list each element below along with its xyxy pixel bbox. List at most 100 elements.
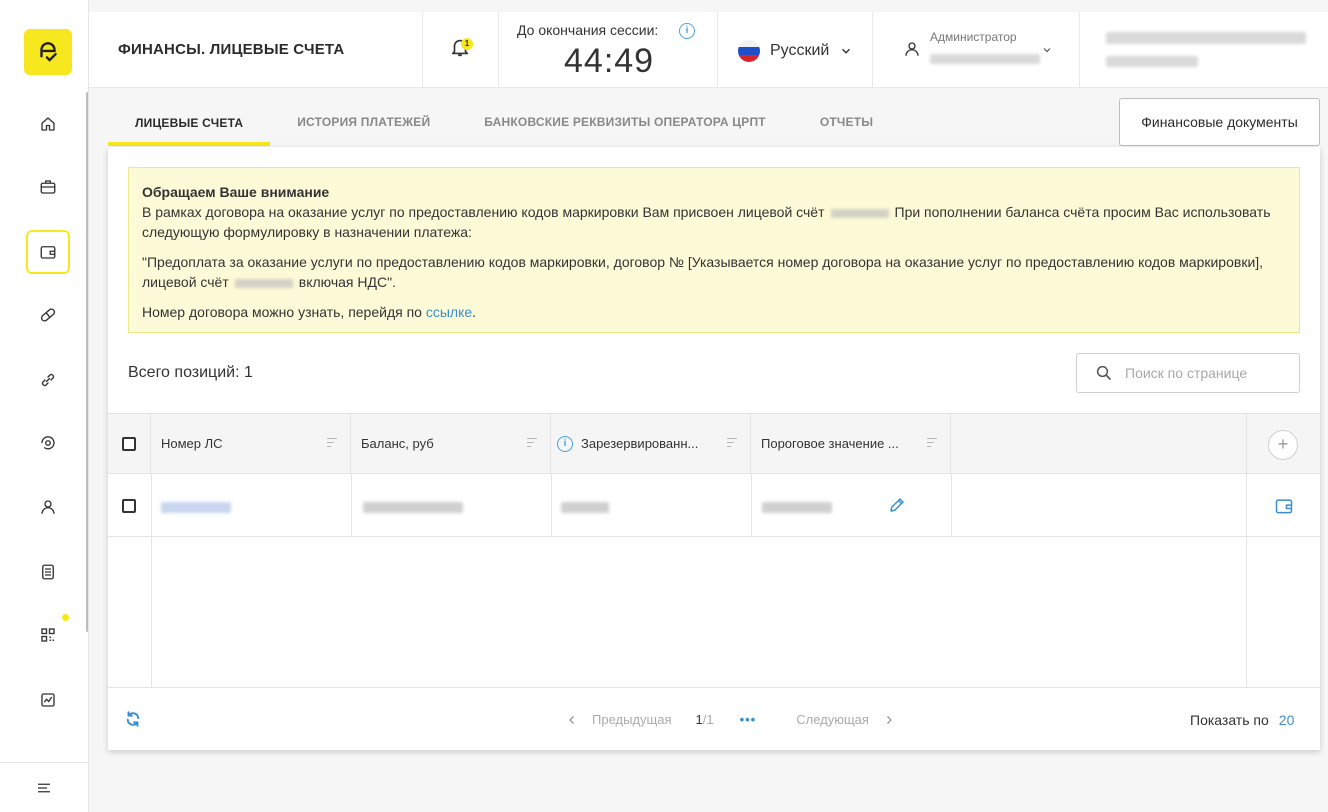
wallet-icon[interactable]: [26, 230, 70, 274]
table-row[interactable]: [108, 474, 1320, 537]
contract-link[interactable]: ссылке: [426, 304, 472, 320]
next-page-button[interactable]: Следующая: [796, 712, 895, 727]
column-divider: [151, 537, 152, 688]
header-checkbox-col: [108, 414, 151, 473]
user-icon[interactable]: [26, 485, 70, 529]
account-number-redacted: [234, 278, 293, 288]
table-header: Номер ЛС Баланс, руб i Зарезервированн..…: [108, 414, 1320, 474]
financial-documents-button[interactable]: Финансовые документы: [1119, 98, 1320, 146]
add-column-button[interactable]: +: [1268, 430, 1298, 460]
language-label: Русский: [770, 42, 830, 59]
search-input[interactable]: [1125, 365, 1285, 381]
top-header: ФИНАНСЫ. ЛИЦЕВЫЕ СЧЕТА 1 До окончания се…: [89, 12, 1328, 88]
column-divider: [1246, 414, 1247, 473]
page-size-value[interactable]: 20: [1279, 712, 1295, 728]
sidebar-scrollbar[interactable]: [86, 92, 88, 632]
russia-flag-icon: [738, 40, 760, 62]
briefcase-icon[interactable]: [26, 165, 70, 209]
sort-icon[interactable]: [727, 438, 737, 447]
column-divider: [1246, 474, 1247, 688]
notice-line: В рамках договора на оказание услуг по п…: [142, 204, 825, 220]
page-size-selector[interactable]: Показать по 20: [1190, 712, 1294, 728]
link-icon[interactable]: [26, 358, 70, 402]
search-box[interactable]: [1076, 353, 1300, 393]
organization-name-redacted: [1106, 32, 1306, 44]
accounts-card: Обращаем Ваше внимание В рамках договора…: [108, 147, 1320, 750]
column-divider: [951, 474, 952, 537]
notice-contract: Номер договора можно узнать, перейдя по …: [142, 302, 1286, 322]
info-icon[interactable]: i: [557, 436, 573, 452]
sort-icon[interactable]: [327, 438, 337, 447]
chart-icon[interactable]: [26, 678, 70, 722]
column-header[interactable]: Баланс, руб: [351, 414, 551, 473]
chevron-down-icon: [842, 48, 851, 54]
hamburger-menu-icon[interactable]: [0, 762, 88, 812]
account-number-redacted[interactable]: [161, 502, 231, 513]
target-icon[interactable]: [26, 421, 70, 465]
chevron-left-icon: [569, 715, 574, 724]
current-page: 1: [695, 712, 703, 727]
tab-reports[interactable]: ОТЧЕТЫ: [793, 100, 900, 144]
account-number-redacted: [830, 208, 889, 218]
notice-quote-text: включая НДС".: [298, 274, 396, 290]
user-name-redacted: [930, 54, 1040, 64]
notifications-badge: 1: [461, 38, 473, 50]
tabs: ЛИЦЕВЫЕ СЧЕТА ИСТОРИЯ ПЛАТЕЖЕЙ БАНКОВСКИ…: [108, 100, 900, 146]
column-divider: [551, 474, 552, 537]
organization-inn-redacted: [1106, 56, 1198, 67]
notifications-cell[interactable]: 1: [423, 12, 499, 88]
chevron-down-icon: [1043, 48, 1051, 53]
edit-pencil-icon[interactable]: [888, 496, 906, 514]
wallet-icon[interactable]: [1274, 496, 1294, 516]
column-divider: [751, 474, 752, 537]
chevron-right-icon: [886, 715, 892, 724]
pill-icon[interactable]: [26, 293, 70, 337]
prev-label: Предыдущая: [592, 712, 672, 727]
notice-quote: "Предоплата за оказание услуги по предос…: [142, 252, 1286, 292]
language-selector[interactable]: Русский: [718, 12, 873, 88]
brand-logo-icon[interactable]: [24, 29, 72, 75]
search-icon: [1096, 365, 1111, 380]
column-divider: [151, 474, 152, 537]
notice-text: В рамках договора на оказание услуг по п…: [142, 202, 1286, 242]
column-divider: [351, 474, 352, 537]
pagination: Предыдущая 1/1 ••• Следующая: [566, 712, 895, 727]
session-timer: 44:49: [564, 42, 655, 80]
notification-dot: [62, 614, 69, 621]
tab-payment-history[interactable]: ИСТОРИЯ ПЛАТЕЖЕЙ: [270, 100, 457, 144]
title-cell: ФИНАНСЫ. ЛИЦЕВЫЕ СЧЕТА: [89, 12, 423, 88]
column-header[interactable]: Пороговое значение ...: [751, 414, 951, 473]
column-label: Баланс, руб: [361, 436, 434, 451]
row-checkbox[interactable]: [122, 499, 136, 513]
select-all-checkbox[interactable]: [122, 437, 136, 451]
tab-personal-accounts[interactable]: ЛИЦЕВЫЕ СЧЕТА: [108, 100, 271, 146]
user-icon: [905, 42, 919, 56]
more-pages-button[interactable]: •••: [740, 712, 757, 727]
column-header[interactable]: Номер ЛС: [151, 414, 351, 473]
accounts-table: Номер ЛС Баланс, руб i Зарезервированн..…: [108, 413, 1320, 688]
threshold-redacted: [762, 502, 832, 513]
total-pages: /1: [702, 712, 714, 727]
user-menu[interactable]: Администратор: [873, 12, 1080, 88]
notice-box: Обращаем Ваше внимание В рамках договора…: [128, 167, 1300, 333]
page-title: ФИНАНСЫ. ЛИЦЕВЫЕ СЧЕТА: [118, 41, 345, 58]
column-label: Пороговое значение ...: [761, 436, 899, 451]
reserved-redacted: [561, 502, 609, 513]
notice-contract-end: .: [472, 304, 477, 320]
tab-bank-details[interactable]: БАНКОВСКИЕ РЕКВИЗИТЫ ОПЕРАТОРА ЦРПТ: [457, 100, 793, 144]
user-role: Администратор: [930, 30, 1017, 44]
refresh-icon[interactable]: [124, 710, 142, 728]
table-footer: Предыдущая 1/1 ••• Следующая Показать по…: [108, 687, 1320, 750]
home-icon[interactable]: [26, 102, 70, 146]
column-label: Зарезервированн...: [581, 436, 699, 451]
sort-icon[interactable]: [527, 438, 537, 447]
sort-icon[interactable]: [927, 438, 937, 447]
document-list-icon[interactable]: [26, 550, 70, 594]
column-header[interactable]: i Зарезервированн...: [551, 414, 751, 473]
prev-page-button[interactable]: Предыдущая: [566, 712, 672, 727]
info-icon[interactable]: i: [679, 23, 695, 39]
session-cell: До окончания сессии: i 44:49: [499, 12, 718, 88]
notice-title: Обращаем Ваше внимание: [142, 184, 330, 200]
next-label: Следующая: [796, 712, 869, 727]
total-count: Всего позиций: 1: [128, 364, 253, 381]
